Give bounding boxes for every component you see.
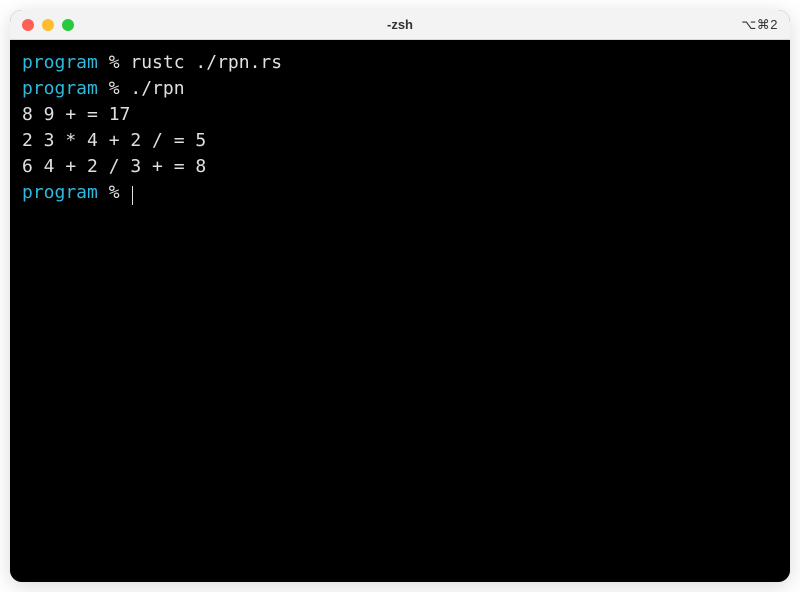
window-title: -zsh: [387, 17, 413, 32]
prompt-dir: program: [22, 52, 98, 73]
cursor-icon: [132, 186, 133, 206]
prompt-line: program %: [22, 180, 778, 206]
titlebar: -zsh ⌥⌘2: [10, 10, 790, 40]
prompt-separator: %: [98, 182, 131, 203]
prompt-dir: program: [22, 182, 98, 203]
prompt-line: program % ./rpn: [22, 76, 778, 102]
output-text: 8 9 + = 17: [22, 104, 130, 125]
prompt-dir: program: [22, 78, 98, 99]
output-line: 6 4 + 2 / 3 + = 8: [22, 154, 778, 180]
prompt-line: program % rustc ./rpn.rs: [22, 50, 778, 76]
maximize-icon[interactable]: [62, 19, 74, 31]
minimize-icon[interactable]: [42, 19, 54, 31]
output-line: 2 3 * 4 + 2 / = 5: [22, 128, 778, 154]
terminal-body[interactable]: program % rustc ./rpn.rsprogram % ./rpn8…: [10, 40, 790, 582]
prompt-separator: %: [98, 78, 131, 99]
command-text: ./rpn: [130, 78, 184, 99]
close-icon[interactable]: [22, 19, 34, 31]
pane-indicator: ⌥⌘2: [741, 17, 778, 33]
output-text: 2 3 * 4 + 2 / = 5: [22, 130, 206, 151]
prompt-separator: %: [98, 52, 131, 73]
terminal-window: -zsh ⌥⌘2 program % rustc ./rpn.rsprogram…: [10, 10, 790, 582]
output-text: 6 4 + 2 / 3 + = 8: [22, 156, 206, 177]
output-line: 8 9 + = 17: [22, 102, 778, 128]
traffic-lights: [22, 19, 74, 31]
command-text: rustc ./rpn.rs: [130, 52, 282, 73]
